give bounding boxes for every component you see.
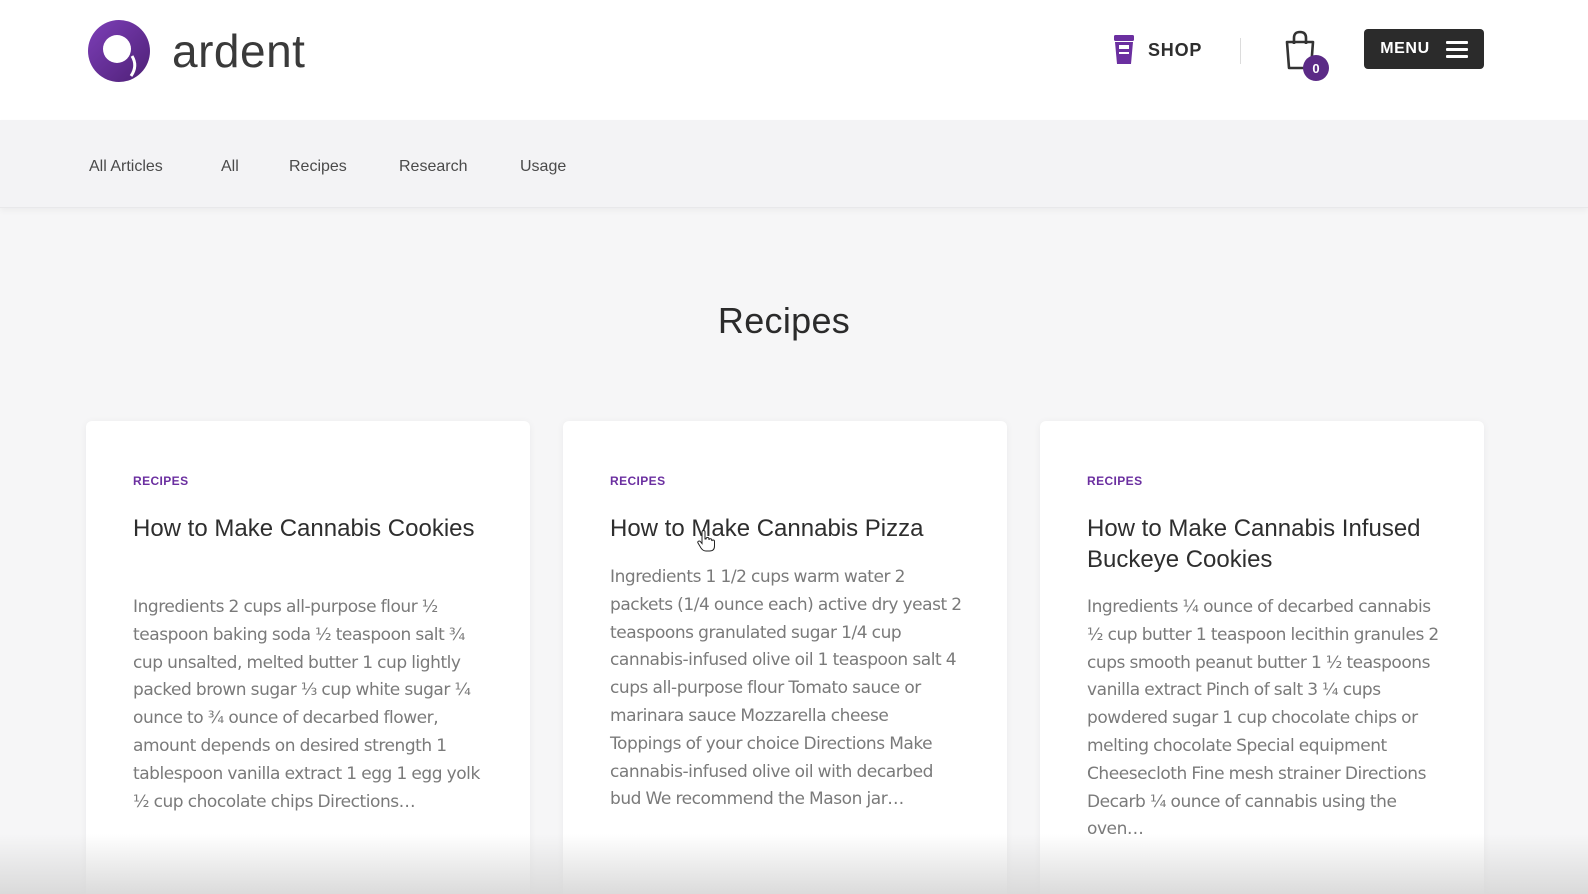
card-title[interactable]: How to Make Cannabis Pizza xyxy=(610,513,970,544)
site-header: ardent SHOP 0 MENU xyxy=(0,0,1588,120)
subnav-item-research[interactable]: Research xyxy=(399,158,467,176)
hamburger-icon xyxy=(1445,40,1468,58)
card-title[interactable]: How to Make Cannabis Cookies xyxy=(133,513,493,544)
menu-label: MENU xyxy=(1380,40,1430,57)
subnav-item-all[interactable]: All xyxy=(221,158,239,176)
cart-button[interactable]: 0 xyxy=(1283,30,1329,82)
subnav-item-all-articles[interactable]: All Articles xyxy=(89,158,163,176)
page-title: Recipes xyxy=(717,300,851,341)
subnav-item-recipes[interactable]: Recipes xyxy=(289,158,347,176)
ardent-logo-icon xyxy=(88,20,150,82)
subnav-item-usage[interactable]: Usage xyxy=(520,158,566,176)
card-title[interactable]: How to Make Cannabis Infused Buckeye Coo… xyxy=(1087,513,1447,575)
hand-cursor-icon xyxy=(697,530,715,552)
card-category[interactable]: RECIPES xyxy=(610,474,665,488)
card-excerpt: Ingredients 1 1/2 cups warm water 2 pack… xyxy=(610,567,962,810)
card-category[interactable]: RECIPES xyxy=(1087,474,1142,488)
card-excerpt: Ingredients ¼ ounce of decarbed cannabis… xyxy=(1087,597,1439,840)
card-excerpt: Ingredients 2 cups all-purpose flour ½ t… xyxy=(133,597,480,812)
cup-icon xyxy=(1114,35,1134,64)
article-card[interactable]: RECIPES How to Make Cannabis Pizza Ingre… xyxy=(563,421,1007,894)
menu-button[interactable]: MENU xyxy=(1364,29,1484,69)
brand-name: ardent xyxy=(172,25,306,77)
article-card[interactable]: RECIPES How to Make Cannabis Infused Buc… xyxy=(1040,421,1484,894)
shop-label: SHOP xyxy=(1148,39,1203,60)
card-category[interactable]: RECIPES xyxy=(133,474,188,488)
cart-count-badge: 0 xyxy=(1303,55,1329,81)
article-card[interactable]: RECIPES How to Make Cannabis Cookies Ing… xyxy=(86,421,530,894)
header-divider xyxy=(1240,38,1241,64)
shop-link[interactable]: SHOP xyxy=(1112,34,1202,66)
category-nav: All Articles All Recipes Research Usage xyxy=(0,120,1588,208)
brand-logo[interactable]: ardent xyxy=(86,18,305,84)
